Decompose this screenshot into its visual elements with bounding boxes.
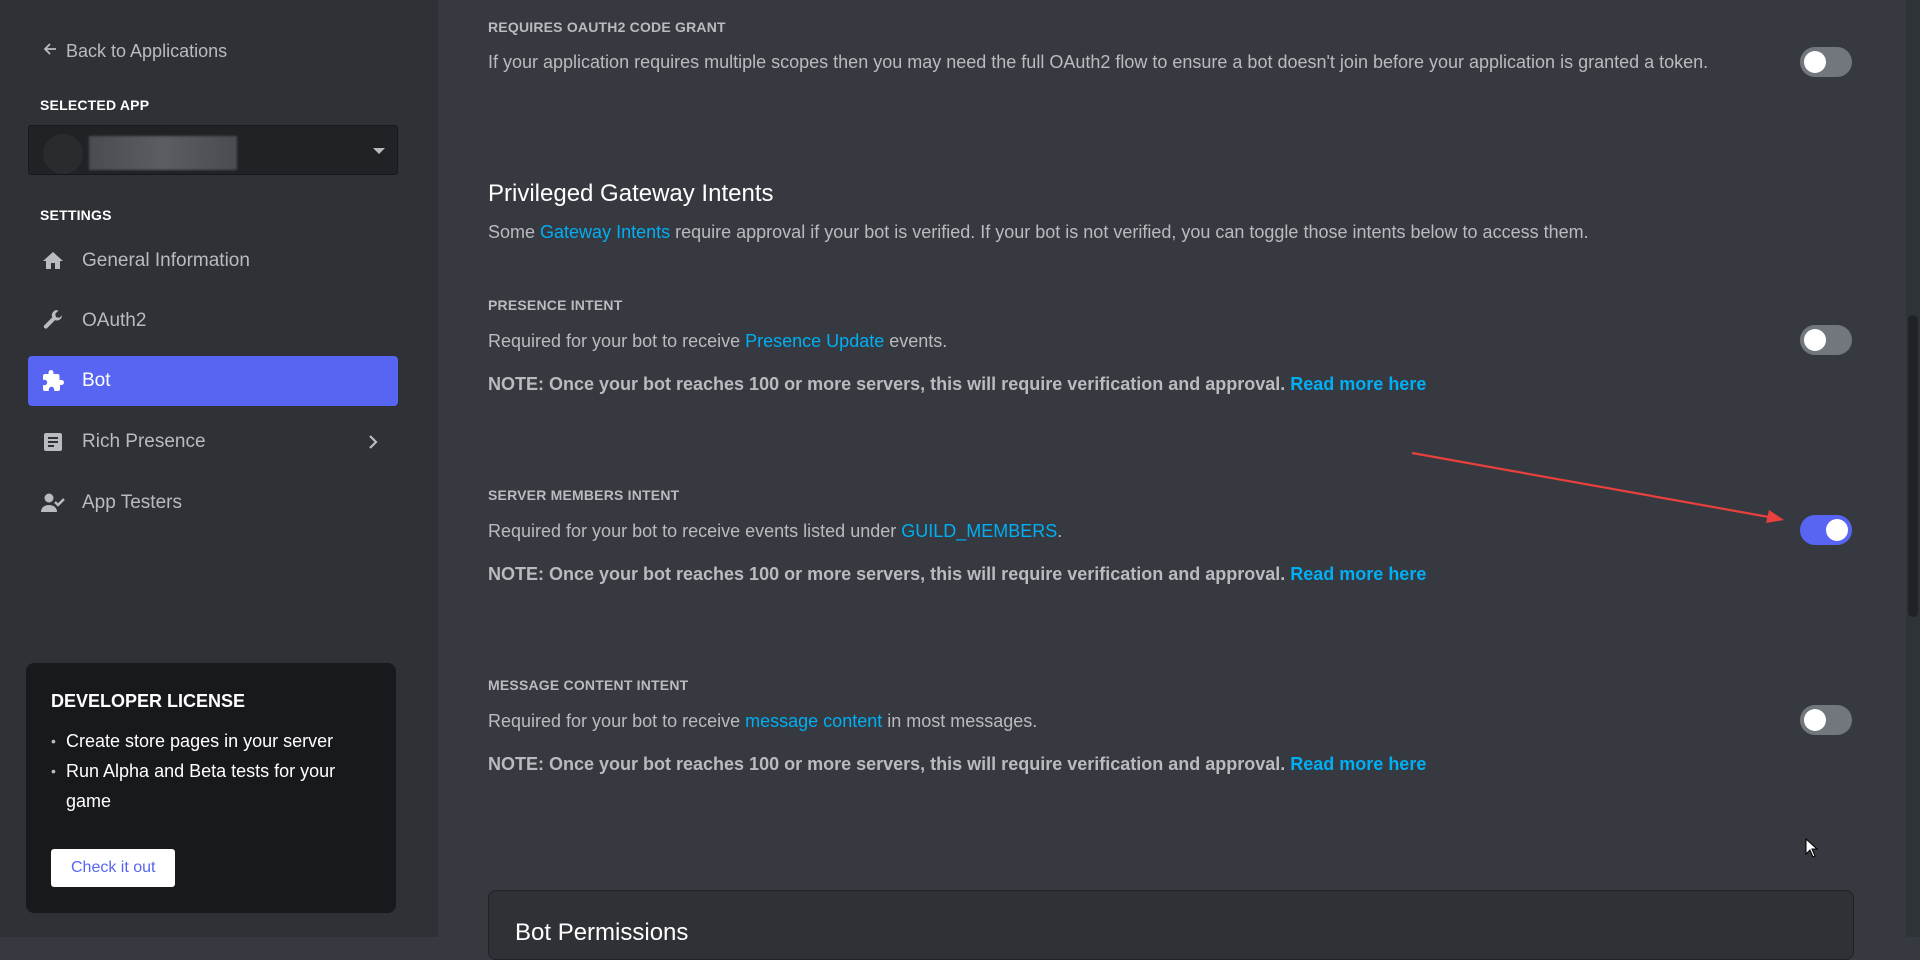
scrollbar-thumb[interactable]: [1908, 315, 1918, 617]
toggle-knob: [1826, 519, 1848, 541]
main-content: REQUIRES OAUTH2 CODE GRANT If your appli…: [438, 0, 1920, 960]
sidebar-item-general-information[interactable]: General Information: [28, 236, 398, 286]
privileged-gateway-intents-description: Some Gateway Intents require approval if…: [488, 222, 1589, 243]
server-members-intent-description: Required for your bot to receive events …: [488, 521, 1062, 542]
sidebar-item-label: App Testers: [82, 492, 182, 513]
gateway-intents-link[interactable]: Gateway Intents: [540, 222, 670, 242]
server-members-intent-note: NOTE: Once your bot reaches 100 or more …: [488, 564, 1426, 585]
server-members-intent-heading: SERVER MEMBERS INTENT: [488, 487, 680, 503]
caret-down-icon: [373, 148, 385, 154]
wrench-icon: [40, 308, 66, 334]
note-text: NOTE: Once your bot reaches 100 or more …: [488, 564, 1286, 584]
privileged-gateway-intents-title: Privileged Gateway Intents: [488, 180, 774, 207]
section-desc-suffix: require approval if your bot is verified…: [670, 222, 1589, 242]
home-icon: [40, 248, 66, 274]
message-content-intent-note: NOTE: Once your bot reaches 100 or more …: [488, 754, 1426, 775]
user-check-icon: [40, 490, 66, 516]
settings-label: SETTINGS: [40, 207, 112, 223]
app-selector-dropdown[interactable]: [28, 125, 398, 175]
puzzle-icon: [40, 368, 66, 394]
message-content-intent-toggle[interactable]: [1800, 705, 1852, 735]
read-more-link[interactable]: Read more here: [1290, 754, 1426, 774]
note-text: NOTE: Once your bot reaches 100 or more …: [488, 754, 1286, 774]
note-text: NOTE: Once your bot reaches 100 or more …: [488, 374, 1286, 394]
desc-suffix: in most messages.: [882, 711, 1038, 731]
section-desc-prefix: Some: [488, 222, 541, 242]
sidebar-item-label: OAuth2: [82, 310, 147, 331]
developer-license-card: DEVELOPER LICENSE Create store pages in …: [26, 663, 396, 913]
scrollbar-track[interactable]: [1906, 0, 1920, 937]
server-members-intent-toggle[interactable]: [1800, 515, 1852, 545]
oauth2-code-grant-description: If your application requires multiple sc…: [488, 52, 1709, 72]
message-content-link[interactable]: message content: [745, 711, 882, 731]
read-more-link[interactable]: Read more here: [1290, 374, 1426, 394]
sidebar: Back to Applications SELECTED APP SETTIN…: [0, 0, 438, 937]
app-name-redacted: [89, 136, 237, 170]
message-content-intent-heading: MESSAGE CONTENT INTENT: [488, 677, 689, 693]
sidebar-item-bot[interactable]: Bot: [28, 356, 398, 406]
arrow-left-icon: [42, 41, 58, 62]
sidebar-item-rich-presence[interactable]: Rich Presence: [28, 417, 398, 467]
list-item: Create store pages in your server: [51, 726, 371, 756]
developer-license-bullets: Create store pages in your server Run Al…: [51, 726, 371, 816]
presence-intent-heading: PRESENCE INTENT: [488, 297, 623, 313]
presence-intent-description: Required for your bot to receive Presenc…: [488, 331, 947, 352]
document-icon: [40, 429, 66, 455]
sidebar-item-oauth2[interactable]: OAuth2: [28, 296, 398, 346]
sidebar-item-label: Bot: [82, 370, 111, 391]
desc-prefix: Required for your bot to receive: [488, 331, 746, 351]
toggle-knob: [1804, 709, 1826, 731]
back-link-label: Back to Applications: [66, 41, 228, 61]
list-item: Run Alpha and Beta tests for your game: [51, 756, 371, 816]
read-more-link[interactable]: Read more here: [1290, 564, 1426, 584]
sidebar-item-label: General Information: [82, 250, 250, 271]
presence-update-link[interactable]: Presence Update: [745, 331, 884, 351]
toggle-knob: [1804, 51, 1826, 73]
check-it-out-button[interactable]: Check it out: [51, 849, 176, 887]
bot-permissions-panel: Bot Permissions: [488, 890, 1854, 960]
oauth2-code-grant-heading: REQUIRES OAUTH2 CODE GRANT: [488, 19, 726, 35]
presence-intent-toggle[interactable]: [1800, 325, 1852, 355]
desc-prefix: Required for your bot to receive: [488, 711, 746, 731]
bot-permissions-title: Bot Permissions: [515, 919, 689, 946]
chevron-right-icon: [366, 434, 380, 456]
oauth2-code-grant-toggle[interactable]: [1800, 47, 1852, 77]
desc-prefix: Required for your bot to receive events …: [488, 521, 902, 541]
mouse-cursor-icon: [1805, 837, 1819, 863]
toggle-knob: [1804, 329, 1826, 351]
app-avatar: [43, 134, 83, 174]
annotation-arrow-icon: [1411, 451, 1784, 523]
guild-members-link[interactable]: GUILD_MEMBERS: [901, 521, 1057, 541]
sidebar-item-label: Rich Presence: [82, 431, 206, 452]
desc-suffix: events.: [884, 331, 948, 351]
back-to-applications-link[interactable]: Back to Applications: [42, 41, 227, 62]
selected-app-label: SELECTED APP: [40, 97, 150, 113]
presence-intent-note: NOTE: Once your bot reaches 100 or more …: [488, 374, 1426, 395]
sidebar-item-app-testers[interactable]: App Testers: [28, 478, 398, 528]
desc-suffix: .: [1057, 521, 1063, 541]
message-content-intent-description: Required for your bot to receive message…: [488, 711, 1037, 732]
developer-license-title: DEVELOPER LICENSE: [51, 691, 246, 711]
